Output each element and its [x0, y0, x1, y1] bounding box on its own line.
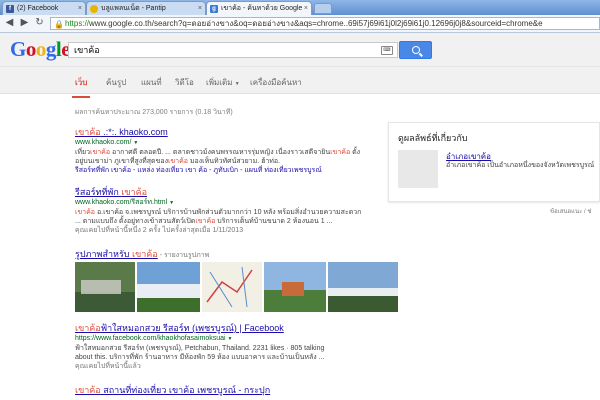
- tab-pantip[interactable]: บลูแพลนเน็ต - Pantip ×: [86, 1, 206, 15]
- image-thumbnail[interactable]: [328, 262, 398, 312]
- reload-icon[interactable]: ↻: [33, 17, 46, 30]
- search-result: เขาค้อฟ้าใสหมอกสวย รีสอร์ท (เพชรบูรณ์) |…: [75, 323, 325, 371]
- result-snippet: about this. บริการที่พัก ร้านอาหาร มีห้อ…: [75, 354, 325, 361]
- browser-toolbar: ◀ ▶ ↻ 🔒 https://www.google.co.th/search?…: [0, 15, 600, 33]
- address-bar[interactable]: 🔒 https://www.google.co.th/search?q=ดอยอ…: [50, 17, 600, 30]
- knowledge-entity-desc: อำเภอเขาค้อ เป็นอำเภอหนึ่งของจังหวัดเพชร…: [446, 162, 595, 169]
- google-icon: g: [210, 5, 218, 13]
- google-logo[interactable]: Google: [10, 37, 71, 62]
- url-text: www.google.co.th/search?q=ดอยอ่างขาง&oq=…: [89, 19, 543, 28]
- tab-search-tools[interactable]: เครื่องมือค้นหา: [250, 76, 302, 89]
- result-title[interactable]: เขาค้อ สถานที่ท่องเที่ยว เขาค้อ เพชรบูรณ…: [75, 385, 270, 396]
- pantip-icon: [90, 5, 98, 13]
- image-results-title[interactable]: รูปภาพสำหรับ เขาค้อ: [75, 249, 158, 259]
- forward-icon[interactable]: ▶: [18, 17, 31, 30]
- result-url: https://www.facebook.com/khaokhofasaimok…: [75, 335, 233, 342]
- knowledge-panel: ดูผลลัพธ์ที่เกี่ยวกับ อำเภอเขาค้อ อำเภอเ…: [388, 122, 600, 202]
- result-snippet: ฟ้าใสหมอกสวย รีสอร์ท (เพชรบูรณ์), Petcha…: [75, 345, 325, 352]
- image-thumbnail[interactable]: [264, 262, 326, 312]
- result-sitelinks[interactable]: รีสอร์ทที่พัก เขาค้อ - แหล่ง ท่องเที่ยว …: [75, 166, 360, 176]
- search-icon: [411, 46, 420, 54]
- result-title[interactable]: รีสอร์ทที่พัก เขาค้อ: [75, 187, 361, 198]
- tab-web[interactable]: เว็บ: [71, 76, 91, 98]
- tab-facebook[interactable]: f (2) Facebook ×: [2, 1, 86, 15]
- search-button[interactable]: [399, 41, 432, 59]
- chevron-down-icon: ▼: [234, 81, 240, 87]
- browser-tab-bar: f (2) Facebook × บลูแพลนเน็ต - Pantip × …: [0, 0, 600, 15]
- search-tabs: เว็บ ค้นรูป แผนที่ วิดีโอ เพิ่มเติม ▼ เค…: [0, 67, 600, 98]
- caret-down-icon[interactable]: ▼: [133, 140, 138, 146]
- result-snippet: ... ตามแบบถึง ตั้งอยู่ทางเข้าสวนสัตว์เปิ…: [75, 218, 333, 225]
- tab-images[interactable]: ค้นรูป: [106, 76, 126, 89]
- tab-label: บลูแพลนเน็ต - Pantip: [101, 5, 166, 12]
- facebook-icon: f: [6, 5, 14, 13]
- result-title[interactable]: เขาค้อฟ้าใสหมอกสวย รีสอร์ท (เพชรบูรณ์) |…: [75, 323, 325, 334]
- tab-google[interactable]: g เขาค้อ - ค้นหาด้วย Google ×: [206, 1, 312, 15]
- result-snippet: เขาค้อ อ.เขาค้อ จ.เพชรบูรณ์ บริการบ้านพั…: [75, 209, 362, 216]
- report-images-link[interactable]: - รายงานรูปภาพ: [158, 252, 210, 259]
- search-query: เขาค้อ: [74, 45, 100, 55]
- url-scheme: https://: [65, 19, 90, 28]
- result-stats: ผลการค้นหาประมาณ 273,000 รายการ (0.18 วิ…: [75, 109, 233, 116]
- google-header: Google เขาค้อ ⌨: [0, 33, 600, 67]
- close-icon[interactable]: ×: [198, 2, 202, 15]
- tab-maps[interactable]: แผนที่: [141, 76, 162, 89]
- result-url: www.khaoko.com/รีสอร์ท.html ▼: [75, 199, 175, 206]
- image-thumbnail[interactable]: [202, 262, 262, 312]
- caret-down-icon[interactable]: ▼: [228, 336, 233, 342]
- tab-label: (2) Facebook: [17, 5, 59, 12]
- caret-down-icon[interactable]: ▼: [169, 200, 174, 206]
- back-icon[interactable]: ◀: [3, 17, 16, 30]
- tab-more-label: เพิ่มเติม: [206, 78, 233, 87]
- new-tab-button[interactable]: [314, 3, 332, 14]
- feedback-link[interactable]: ข้อเสนอแนะ / ช่: [550, 206, 591, 216]
- result-snippet: เที่ยวเขาค้อ อากาศดี ตลอดปี. ... ตลาดชาว…: [75, 149, 361, 156]
- tab-more[interactable]: เพิ่มเติม ▼: [206, 76, 240, 89]
- visited-note: คุณเคยไปที่หน้านี้หนึ่ง 2 ครั้ง ไปครั้งล…: [75, 227, 244, 234]
- search-result: รีสอร์ทที่พัก เขาค้อ www.khaoko.com/รีสอ…: [75, 187, 361, 235]
- search-result: เขาค้อ สถานที่ท่องเที่ยว เขาค้อ เพชรบูรณ…: [75, 385, 270, 396]
- close-icon[interactable]: ×: [78, 2, 82, 15]
- visited-note: คุณเคยไปที่หน้านี้แล้ว: [75, 363, 141, 370]
- keyboard-icon[interactable]: ⌨: [381, 46, 393, 55]
- tab-videos[interactable]: วิดีโอ: [175, 76, 194, 89]
- result-title[interactable]: เขาค้อ .:*:. khaoko.com: [75, 127, 360, 138]
- knowledge-panel-title: ดูผลลัพธ์ที่เกี่ยวกับ: [398, 133, 468, 143]
- search-result: เขาค้อ .:*:. khaoko.com www.khaoko.com/ …: [75, 127, 360, 176]
- result-url: www.khaoko.com/ ▼: [75, 139, 139, 146]
- search-input[interactable]: เขาค้อ ⌨: [68, 42, 398, 58]
- result-snippet: อยู่บนเขาม่า ภูเขาที่สูงที่สุดของเขาค้อ …: [75, 158, 281, 165]
- placeholder-image-icon: [398, 150, 438, 188]
- image-thumbnail[interactable]: [137, 262, 200, 312]
- lock-icon: 🔒: [54, 20, 64, 29]
- tab-label: เขาค้อ - ค้นหาด้วย Google: [221, 5, 303, 12]
- image-results-header: รูปภาพสำหรับ เขาค้อ - รายงานรูปภาพ: [75, 249, 209, 261]
- image-thumbnail[interactable]: [75, 262, 135, 312]
- close-icon[interactable]: ×: [304, 2, 308, 15]
